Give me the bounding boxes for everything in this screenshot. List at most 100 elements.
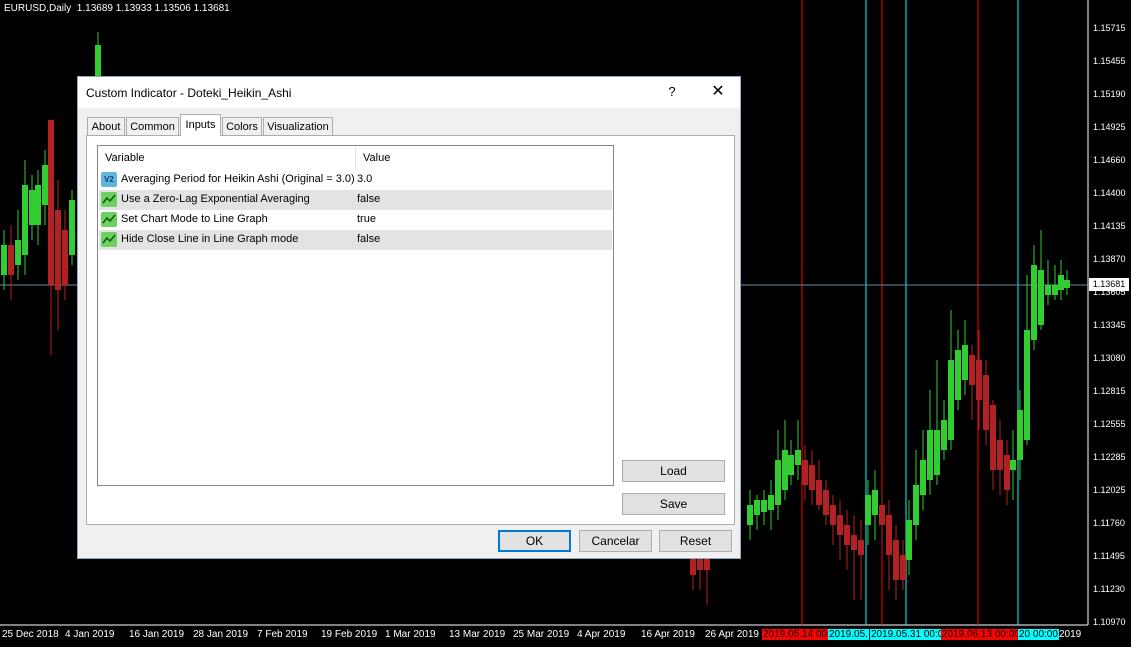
time-marker-label: 2019.05.31 00:0 — [870, 629, 945, 640]
candle-body — [747, 505, 753, 525]
candle-body — [1064, 280, 1070, 288]
table-row[interactable]: Use a Zero-Lag Exponential Averaging fal… — [99, 190, 612, 210]
time-marker-label: 2019.05.14 00:0 — [762, 629, 837, 640]
price-tick-label: 1.15455 — [1093, 56, 1126, 66]
candle-body — [941, 420, 947, 450]
value-icon: V2 — [101, 172, 117, 187]
tab-inputs[interactable]: Inputs — [180, 114, 221, 136]
candle-body — [8, 245, 14, 275]
tab-about[interactable]: About — [87, 117, 125, 135]
column-header-value[interactable]: Value — [356, 146, 613, 170]
candle-body — [823, 490, 829, 515]
table-row[interactable]: V2 Averaging Period for Heikin Ashi (Ori… — [99, 170, 612, 190]
boolean-icon — [101, 192, 117, 207]
price-tick-label: 1.14925 — [1093, 122, 1126, 132]
price-tick-label: 1.14135 — [1093, 221, 1126, 231]
candle-body — [900, 555, 906, 580]
candle-body — [934, 430, 940, 475]
candle-body — [788, 455, 794, 475]
time-tick-label: 4 Apr 2019 — [577, 629, 626, 640]
candle-body — [906, 520, 912, 560]
candle-body — [969, 355, 975, 385]
variable-name: Averaging Period for Heikin Ashi (Origin… — [121, 173, 355, 185]
tab-common[interactable]: Common — [126, 117, 179, 135]
close-icon[interactable]: ✕ — [705, 80, 731, 104]
candle-body — [42, 165, 48, 205]
help-button[interactable]: ? — [660, 80, 684, 104]
time-marker-label: 20 00:00 — [1018, 629, 1059, 640]
variable-value[interactable]: false — [357, 193, 380, 205]
variable-name: Use a Zero-Lag Exponential Averaging — [121, 193, 310, 205]
candle-body — [768, 495, 774, 510]
candle-body — [48, 120, 54, 285]
save-button[interactable]: Save — [622, 493, 725, 515]
candle-body — [15, 240, 21, 265]
time-tick-label: 25 Mar 2019 — [513, 629, 570, 640]
inputs-panel: Variable Value V2 Averaging Period for H… — [86, 135, 735, 525]
boolean-icon — [101, 232, 117, 247]
candle-body — [782, 450, 788, 490]
time-tick-label: 25 Dec 2018 — [2, 629, 59, 640]
candle-body — [22, 185, 28, 255]
dialog-title: Custom Indicator - Doteki_Heikin_Ashi — [86, 86, 292, 100]
candle-body — [920, 460, 926, 495]
load-button[interactable]: Load — [622, 460, 725, 482]
candle-body — [1004, 455, 1010, 490]
price-tick-label: 1.10970 — [1093, 617, 1126, 627]
candle-body — [837, 515, 843, 535]
time-tick-label: 13 Mar 2019 — [449, 629, 506, 640]
variable-value[interactable]: 3.0 — [357, 173, 372, 185]
candle-body — [802, 460, 808, 485]
price-tick-label: 1.12555 — [1093, 419, 1126, 429]
tab-visualization[interactable]: Visualization — [263, 117, 333, 135]
column-header-variable[interactable]: Variable — [98, 146, 356, 170]
candle-body — [761, 500, 767, 512]
time-tick-label: 26 Apr 2019 — [705, 629, 759, 640]
candle-body — [948, 360, 954, 440]
candle-body — [1045, 285, 1051, 295]
time-tick-label: 7 Feb 2019 — [257, 629, 308, 640]
candle-body — [976, 360, 982, 400]
candle-body — [851, 535, 857, 550]
variable-value[interactable]: false — [357, 233, 380, 245]
cancel-button[interactable]: Cancelar — [579, 530, 652, 552]
candle-body — [830, 505, 836, 525]
inputs-table: Variable Value V2 Averaging Period for H… — [97, 145, 614, 486]
tab-colors[interactable]: Colors — [222, 117, 262, 135]
time-tick-label: 19 Feb 2019 — [321, 629, 378, 640]
candle-body — [962, 345, 968, 380]
candle-body — [754, 500, 760, 515]
candle-body — [858, 540, 864, 555]
variable-value[interactable]: true — [357, 213, 376, 225]
price-tick-label: 1.14660 — [1093, 155, 1126, 165]
candle-body — [1031, 265, 1037, 340]
price-tick-label: 1.11495 — [1093, 551, 1125, 561]
time-tick-label: 16 Jan 2019 — [129, 629, 185, 640]
dialog-titlebar[interactable]: Custom Indicator - Doteki_Heikin_Ashi ? … — [78, 77, 740, 108]
candle-body — [913, 485, 919, 525]
candle-body — [879, 505, 885, 525]
candle-body — [1024, 330, 1030, 440]
custom-indicator-dialog: Custom Indicator - Doteki_Heikin_Ashi ? … — [77, 76, 741, 559]
candle-body — [29, 190, 35, 225]
time-tick-label: 28 Jan 2019 — [193, 629, 249, 640]
table-row[interactable]: Hide Close Line in Line Graph mode false — [99, 230, 612, 250]
time-tick-label: 1 Mar 2019 — [385, 629, 436, 640]
candle-body — [809, 465, 815, 490]
price-tick-label: 1.14400 — [1093, 188, 1126, 198]
variable-name: Set Chart Mode to Line Graph — [121, 213, 268, 225]
candle-body — [1, 245, 7, 275]
chart-title: EURUSD,Daily 1.13689 1.13933 1.13506 1.1… — [4, 3, 230, 14]
candle-body — [1052, 285, 1058, 295]
time-tick-label: 4 Jan 2019 — [65, 629, 115, 640]
reset-button[interactable]: Reset — [659, 530, 732, 552]
table-row[interactable]: Set Chart Mode to Line Graph true — [99, 210, 612, 230]
price-tick-label: 1.12285 — [1093, 452, 1126, 462]
candle-body — [62, 230, 68, 285]
ok-button[interactable]: OK — [498, 530, 571, 552]
candle-body — [1058, 275, 1064, 290]
candle-body — [893, 540, 899, 580]
variable-name: Hide Close Line in Line Graph mode — [121, 233, 299, 245]
time-marker-label: 2019.05. — [828, 629, 869, 640]
price-tick-label: 1.13870 — [1093, 254, 1126, 264]
